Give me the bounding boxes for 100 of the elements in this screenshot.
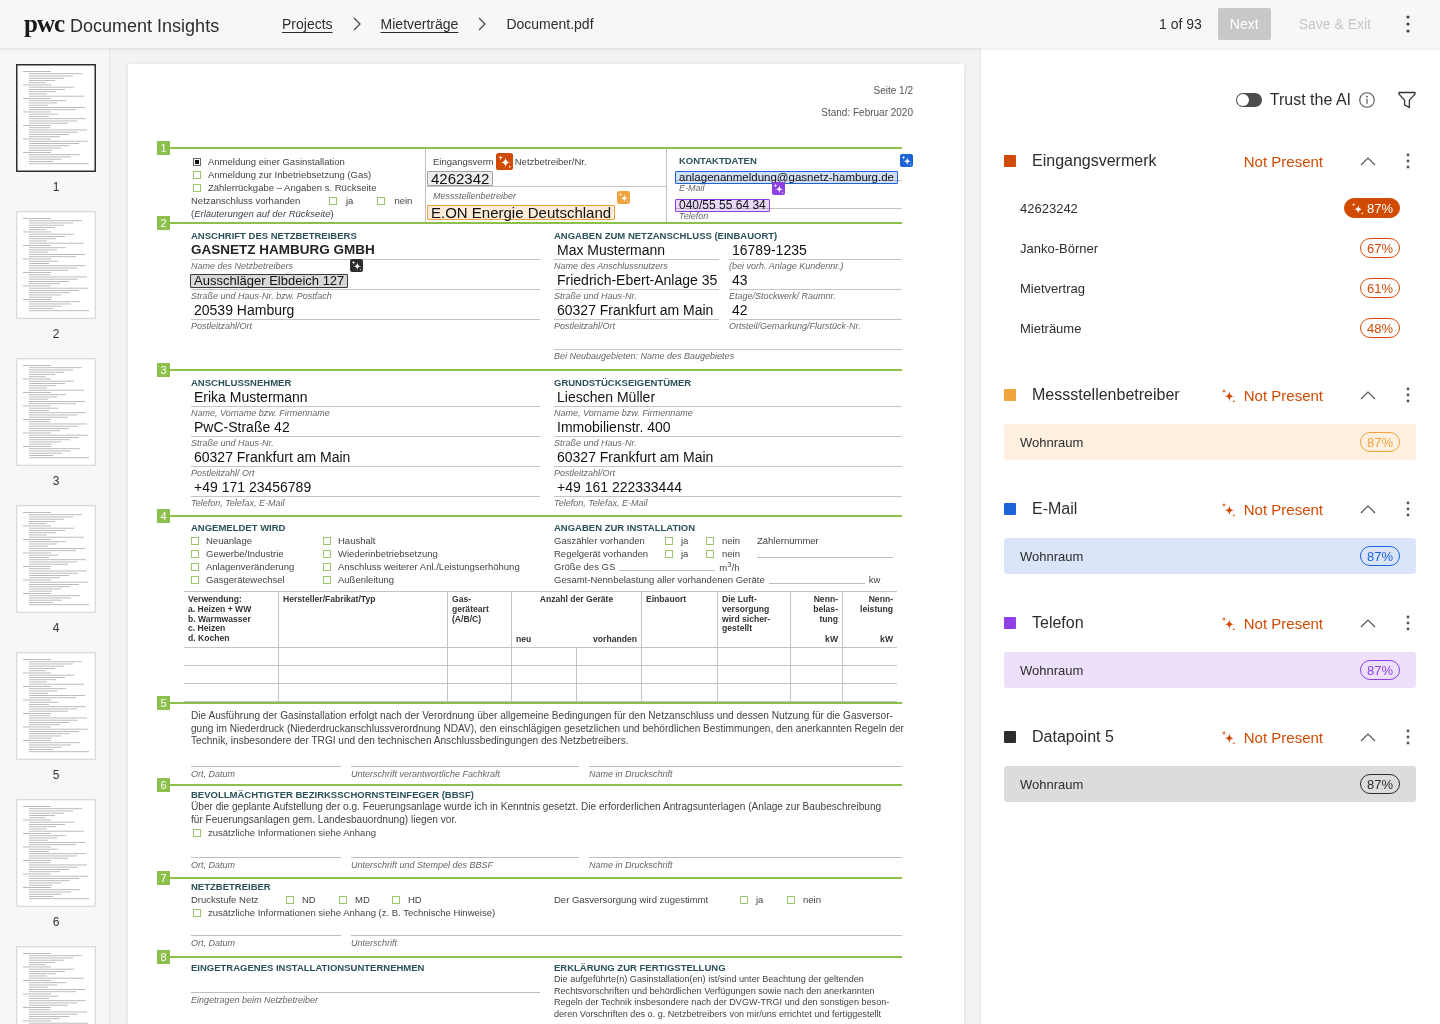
chevron-up-icon[interactable] [1360, 504, 1376, 514]
checkbox-label: Zählerrückgabe – Angaben s. Rückseite [208, 181, 377, 194]
column-header: Die Luft- versorgung wird sicher- gestellt [722, 595, 772, 635]
checkbox[interactable] [323, 536, 331, 545]
checkbox[interactable] [193, 828, 201, 837]
checkbox-label: MD [355, 893, 370, 906]
section-number: 1 [157, 141, 170, 155]
checkbox[interactable] [323, 562, 331, 571]
unit-label: kw [868, 573, 881, 586]
more-options-icon[interactable] [1406, 501, 1410, 517]
checkbox-label: ja [681, 534, 689, 547]
toggle-switch[interactable] [1235, 93, 1262, 107]
section-heading: ANGEMELDET WIRD [191, 522, 286, 534]
section-heading: ANSCHRIFT DES NETZBETREIBERS [191, 230, 357, 242]
checkbox[interactable] [286, 895, 294, 904]
checkbox[interactable] [329, 196, 337, 205]
section-number: 7 [157, 871, 170, 885]
checkbox[interactable] [339, 895, 347, 904]
checkbox-label: Gewerbe/Industrie [206, 547, 284, 560]
section-number: 2 [157, 216, 170, 230]
status-button[interactable]: Not Present [1243, 614, 1323, 632]
breadcrumb-link[interactable]: Projects [282, 16, 333, 32]
checkbox[interactable] [193, 183, 201, 192]
candidate-row[interactable]: Janko-Börner 67% [1004, 230, 1416, 266]
checkbox-label: ND [302, 893, 316, 906]
checkbox[interactable] [665, 549, 673, 558]
candidate-value: Wohnraum [1020, 662, 1084, 678]
candidate-row[interactable]: Mietvertrag 61% [1004, 270, 1416, 306]
more-options-icon[interactable] [1406, 15, 1410, 33]
form-field: +49 161 222333444 [554, 479, 902, 497]
status-button[interactable]: Not Present [1243, 386, 1323, 404]
checkbox[interactable] [323, 575, 331, 584]
checkbox[interactable] [392, 895, 400, 904]
info-icon[interactable] [1359, 92, 1375, 108]
checkbox[interactable] [191, 549, 199, 558]
highlighted-value: E.ON Energie Deutschland [427, 205, 616, 220]
page-number: 1 [52, 179, 60, 195]
checkbox-label: Anschluss weiterer Anl./Leistungserhöhung [338, 560, 520, 573]
checkbox[interactable] [323, 549, 331, 558]
checkbox-label: zusätzliche Informationen siehe Anhang (z. B. Technische Hinweise) [208, 906, 496, 919]
unit-label: kW [824, 635, 838, 645]
candidate-row[interactable]: Wohnraum 87% [1004, 652, 1416, 688]
chevron-up-icon[interactable] [1360, 390, 1376, 400]
page-thumbnail[interactable] [16, 64, 96, 172]
field-label: Postleitzahl/Ort [554, 467, 616, 479]
checkbox[interactable] [193, 170, 201, 179]
more-options-icon[interactable] [1406, 153, 1410, 169]
checkbox[interactable] [665, 536, 673, 545]
field-label: Eingetragen beim Netzbetreiber [191, 994, 319, 1006]
status-button[interactable]: Not Present [1243, 728, 1323, 746]
chevron-up-icon[interactable] [1360, 618, 1376, 628]
breadcrumb-link[interactable]: Mietverträge [380, 16, 459, 32]
status-button[interactable]: Not Present [1243, 500, 1323, 518]
field-label: Gesamt-Nennbelastung aller vorhandenen Geräte [554, 573, 765, 586]
datapoint-name: Messstellenbetreiber [1032, 386, 1180, 404]
section-number: 5 [157, 696, 170, 710]
more-options-icon[interactable] [1406, 729, 1410, 745]
section-heading: ANGABEN ZUR INSTALLATION [554, 522, 696, 534]
form-field: 20539 Hamburg [191, 302, 540, 320]
section-heading: EINGETRAGENES INSTALLATIONSUNTERNEHMEN [191, 962, 425, 974]
checkbox[interactable] [191, 562, 199, 571]
checkbox[interactable] [787, 895, 795, 904]
chevron-up-icon[interactable] [1360, 732, 1376, 742]
confidence-value: 87% [1366, 548, 1393, 564]
confidence-value: 87% [1366, 662, 1393, 678]
column-header: Gas- geräteart (A/B/C) [452, 595, 490, 625]
checkbox[interactable] [740, 895, 748, 904]
checkbox[interactable] [706, 549, 714, 558]
checkbox-label: Anmeldung zur Inbetriebsetzung (Gas) [208, 168, 372, 181]
page-number: 6 [52, 914, 60, 930]
candidate-row[interactable]: Wohnraum 87% [1004, 424, 1416, 460]
checkbox[interactable] [706, 536, 714, 545]
checkbox-label: zusätzliche Informationen siehe Anhang [208, 826, 376, 839]
more-options-icon[interactable] [1406, 387, 1410, 403]
section-heading: BEVOLLMÄCHTIGTER BEZIRKSSCHORNSTEINFEGER (BBSF) [191, 789, 474, 801]
form-field: Lieschen Müller [554, 389, 902, 407]
candidate-row[interactable]: Mieträume 48% [1004, 310, 1416, 346]
status-button[interactable]: Not Present [1243, 152, 1323, 170]
checkbox-label: nein [394, 194, 413, 207]
subcolumn-header: vorhanden [593, 635, 637, 645]
sparkle-icon[interactable] [350, 259, 364, 272]
checkbox[interactable] [193, 908, 201, 917]
more-options-icon[interactable] [1406, 615, 1410, 631]
candidate-row[interactable]: 42623242 87% [1004, 190, 1416, 226]
field-label: Postleitzahl/Ort [191, 320, 253, 332]
checkbox-label: Haushalt [338, 534, 376, 547]
checkbox[interactable] [191, 536, 199, 545]
filter-icon[interactable] [1398, 91, 1416, 109]
paragraph: Die Ausführung der Gasinstallation erfolgt nach der Verordnung über allgemeine Bedingungen für den Netzanschluss und dessen Nutzung für die Gasversor- gung im Niederdruck (Niederdruckanschlussverordnung NDAV), den einschlägigen gesetzlichen und behördlichen Bestimmungen, den anerkannten Regeln der Technik, insbesondere der TRGI und den technischen Anschlussbedingungen des Netzbetreibers. [191, 710, 904, 748]
candidate-row[interactable]: Wohnraum 87% [1004, 538, 1416, 574]
checkbox-label: Wiederinbetriebsetzung [338, 547, 438, 560]
field-label: Straße und Haus-Nr. [554, 290, 637, 302]
field-label: Ortsteil/Gemarkung/Flurstück-Nr. [729, 320, 861, 332]
checkbox[interactable] [191, 575, 199, 584]
checkbox[interactable] [377, 196, 386, 205]
checkbox[interactable] [193, 157, 201, 166]
field-label: Name in Druckschrift [589, 859, 673, 871]
checkbox-label: ja [346, 194, 354, 207]
chevron-up-icon[interactable] [1360, 156, 1376, 166]
candidate-row[interactable]: Wohnraum 87% [1004, 766, 1416, 802]
